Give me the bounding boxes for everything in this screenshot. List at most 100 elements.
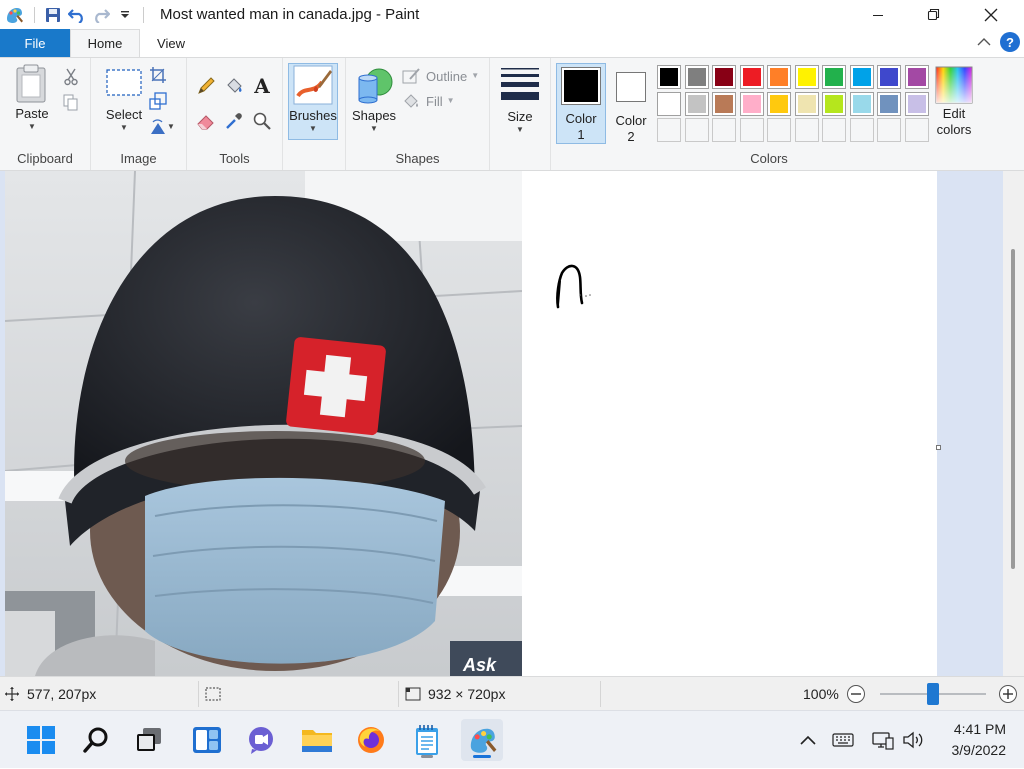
volume-button[interactable] [900, 711, 926, 769]
help-icon[interactable]: ? [1000, 32, 1020, 52]
fill-button[interactable]: Fill ▼ [402, 92, 455, 110]
palette-swatch[interactable] [822, 65, 846, 89]
network-button[interactable] [870, 711, 896, 769]
outline-button[interactable]: Outline ▼ [402, 67, 479, 85]
custom-color-slot[interactable] [712, 118, 736, 142]
paste-button[interactable]: Paste ▼ [8, 64, 56, 132]
collapse-ribbon-icon[interactable] [976, 34, 992, 50]
custom-color-slot[interactable] [849, 118, 874, 142]
widgets-button[interactable] [186, 719, 228, 761]
shapes-button[interactable]: Shapes ▼ [350, 66, 398, 134]
search-button[interactable] [75, 719, 117, 761]
custom-color-slot[interactable] [684, 118, 709, 142]
teams-chat-button[interactable] [240, 719, 282, 761]
palette-swatch[interactable] [877, 91, 901, 116]
custom-color-slot[interactable] [767, 118, 791, 142]
swiss-flag-patch [286, 337, 386, 436]
task-view-icon [137, 728, 161, 751]
undo-icon[interactable] [65, 3, 89, 27]
redo-icon[interactable] [89, 3, 113, 27]
brushes-button[interactable]: Brushes ▼ [288, 63, 338, 140]
copy-icon[interactable] [60, 92, 82, 114]
palette-swatch[interactable] [849, 65, 874, 89]
palette-swatch[interactable] [849, 91, 874, 116]
tab-file[interactable]: File [0, 29, 70, 57]
chevron-down-icon: ▼ [446, 96, 455, 105]
file-explorer-button[interactable] [296, 719, 338, 761]
canvas-resize-handle[interactable] [936, 445, 941, 450]
keyboard-button[interactable] [830, 711, 856, 769]
paint-app-icon[interactable] [0, 0, 28, 29]
paint-taskbar-button[interactable] [461, 719, 503, 761]
select-button[interactable]: Select ▼ [97, 68, 151, 133]
palette-swatch[interactable] [794, 91, 819, 116]
color1-button[interactable]: Color 1 [556, 63, 606, 144]
system-clock[interactable]: 4:41 PM 3/9/2022 [952, 719, 1007, 761]
show-hidden-icons-button[interactable] [796, 711, 820, 769]
palette-swatch[interactable] [767, 65, 791, 89]
custom-color-slot[interactable] [822, 118, 846, 142]
paste-label: Paste [15, 106, 49, 121]
palette-swatch[interactable] [684, 91, 709, 116]
zoom-slider-thumb[interactable] [927, 683, 939, 705]
palette-swatch[interactable] [739, 65, 764, 89]
vertical-scrollbar[interactable] [1003, 171, 1024, 676]
pencil-icon[interactable] [195, 75, 217, 97]
eraser-icon[interactable] [195, 110, 217, 132]
chevron-down-icon: ▼ [370, 124, 378, 133]
palette-swatch[interactable] [712, 65, 736, 89]
zoom-out-button[interactable] [846, 677, 866, 711]
start-button[interactable] [20, 719, 62, 761]
cut-icon[interactable] [60, 66, 82, 88]
outline-label: Outline [426, 68, 468, 84]
color2-button[interactable]: Color 2 [608, 63, 654, 145]
restore-button[interactable] [904, 0, 962, 29]
custom-color-slot[interactable] [877, 118, 901, 142]
save-icon[interactable] [41, 3, 65, 27]
keyboard-icon [832, 733, 854, 747]
edit-colors-button[interactable]: Edit colors [929, 66, 979, 138]
custom-color-slot[interactable] [794, 118, 819, 142]
size-button[interactable]: Size ▼ [496, 67, 544, 135]
crop-icon[interactable] [147, 64, 169, 86]
zoom-in-button[interactable] [998, 677, 1018, 711]
palette-swatch[interactable] [767, 91, 791, 116]
poster-text: Ask [462, 655, 497, 675]
rotate-icon[interactable]: ▼ [147, 116, 177, 138]
text-tool-icon[interactable]: A [251, 74, 273, 98]
magnifier-icon[interactable] [251, 110, 273, 132]
palette-swatch[interactable] [877, 65, 901, 89]
tools-group: A Tools [187, 58, 283, 170]
palette-swatch[interactable] [904, 65, 929, 89]
palette-swatch[interactable] [822, 91, 846, 116]
palette-swatch[interactable] [739, 91, 764, 116]
palette-swatch[interactable] [794, 65, 819, 89]
firefox-button[interactable] [350, 719, 392, 761]
custom-color-slot[interactable] [657, 118, 681, 142]
palette-swatch[interactable] [904, 91, 929, 116]
custom-color-slot[interactable] [739, 118, 764, 142]
customize-quick-access-icon[interactable] [113, 3, 137, 27]
minimize-button[interactable] [849, 0, 907, 29]
task-view-button[interactable] [128, 719, 170, 761]
notepad-button[interactable] [406, 719, 448, 761]
drawing-canvas[interactable]: Ask [5, 171, 937, 676]
network-icon [872, 732, 894, 750]
close-button[interactable] [962, 0, 1020, 29]
tab-home[interactable]: Home [70, 29, 140, 57]
status-divider [198, 681, 199, 707]
scrollbar-thumb[interactable] [1011, 249, 1015, 569]
clock-date: 3/9/2022 [951, 742, 1007, 758]
palette-swatch[interactable] [684, 65, 709, 89]
fill-bucket-icon[interactable] [223, 75, 245, 97]
chevron-down-icon: ▼ [471, 71, 480, 80]
palette-swatch[interactable] [657, 65, 681, 89]
palette-swatch[interactable] [657, 91, 681, 116]
zoom-slider[interactable] [880, 677, 986, 711]
color-picker-icon[interactable] [223, 110, 245, 132]
select-rectangle-icon [106, 69, 142, 96]
custom-color-slot[interactable] [904, 118, 929, 142]
resize-icon[interactable] [147, 90, 169, 112]
tab-view[interactable]: View [140, 29, 202, 57]
palette-swatch[interactable] [712, 91, 736, 116]
